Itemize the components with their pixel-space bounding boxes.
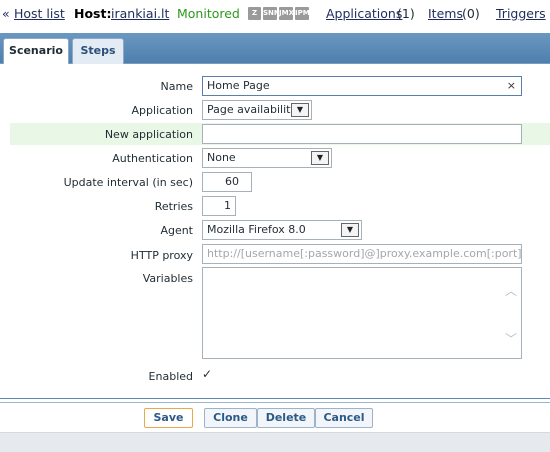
name-value: Home Page bbox=[207, 79, 270, 92]
new-application-input[interactable] bbox=[202, 124, 522, 144]
tab-steps[interactable]: Steps bbox=[72, 38, 124, 64]
clear-icon[interactable]: × bbox=[507, 77, 516, 95]
host-navigation-bar: « Host list Host: irankiai.lt Monitored … bbox=[0, 0, 550, 28]
enabled-checkbox[interactable]: ✓ bbox=[202, 368, 215, 381]
save-button[interactable]: Save bbox=[144, 408, 193, 428]
items-link[interactable]: Items bbox=[428, 6, 463, 21]
cancel-button[interactable]: Cancel bbox=[315, 408, 373, 428]
triggers-link[interactable]: Triggers bbox=[496, 6, 546, 21]
footer-divider bbox=[0, 402, 550, 403]
variables-label: Variables bbox=[142, 272, 193, 285]
host-status: Monitored bbox=[177, 6, 240, 21]
chevron-down-icon: ▼ bbox=[311, 151, 329, 165]
http-proxy-input[interactable]: http://[username[:password]@]proxy.examp… bbox=[202, 244, 522, 264]
items-count: (0) bbox=[462, 6, 480, 21]
chevron-down-icon: ▼ bbox=[291, 103, 309, 117]
application-label: Application bbox=[131, 104, 193, 117]
application-select[interactable]: Page availability ▼ bbox=[202, 100, 312, 120]
retries-label: Retries bbox=[154, 200, 193, 213]
retries-input[interactable]: 1 bbox=[202, 196, 236, 216]
clone-button[interactable]: Clone bbox=[204, 408, 257, 428]
variables-textarea[interactable]: ︿ ﹀ bbox=[202, 267, 522, 359]
application-value: Page availability bbox=[207, 103, 297, 116]
page-bottom-bar bbox=[0, 432, 550, 452]
form-footer: Save Clone Delete Cancel bbox=[0, 398, 550, 432]
scroll-up-icon[interactable]: ︿ bbox=[505, 282, 517, 299]
http-proxy-label: HTTP proxy bbox=[130, 249, 193, 262]
host-name-link[interactable]: irankiai.lt bbox=[111, 6, 169, 21]
ipmi-icon: IPMI bbox=[295, 7, 309, 20]
authentication-value: None bbox=[207, 151, 236, 164]
chevron-down-icon: ▼ bbox=[341, 223, 359, 237]
jmx-icon: JMX bbox=[279, 7, 293, 20]
host-list-link[interactable]: Host list bbox=[14, 6, 65, 21]
authentication-label: Authentication bbox=[112, 152, 193, 165]
tab-bar: Scenario Steps bbox=[0, 33, 550, 64]
update-interval-label: Update interval (in sec) bbox=[63, 176, 193, 189]
new-application-label: New application bbox=[104, 128, 193, 141]
zabbix-agent-icon: Z bbox=[248, 7, 261, 20]
agent-label: Agent bbox=[160, 224, 193, 237]
authentication-select[interactable]: None ▼ bbox=[202, 148, 332, 168]
tab-scenario[interactable]: Scenario bbox=[3, 38, 69, 64]
back-arrow-icon: « bbox=[2, 6, 10, 21]
applications-link[interactable]: Applications bbox=[326, 6, 402, 21]
enabled-label: Enabled bbox=[148, 370, 193, 383]
delete-button[interactable]: Delete bbox=[257, 408, 315, 428]
name-label: Name bbox=[160, 80, 193, 93]
snmp-icon: SNMP bbox=[263, 7, 277, 20]
agent-select[interactable]: Mozilla Firefox 8.0 ▼ bbox=[202, 220, 362, 240]
agent-value: Mozilla Firefox 8.0 bbox=[207, 223, 306, 236]
applications-count: (1) bbox=[397, 6, 415, 21]
web-scenario-form: Name Home Page × Application Page availa… bbox=[0, 64, 550, 399]
update-interval-input[interactable]: 60 bbox=[202, 172, 252, 192]
name-input[interactable]: Home Page × bbox=[202, 76, 522, 96]
scroll-down-icon[interactable]: ﹀ bbox=[505, 330, 517, 347]
host-label: Host: bbox=[74, 6, 112, 21]
